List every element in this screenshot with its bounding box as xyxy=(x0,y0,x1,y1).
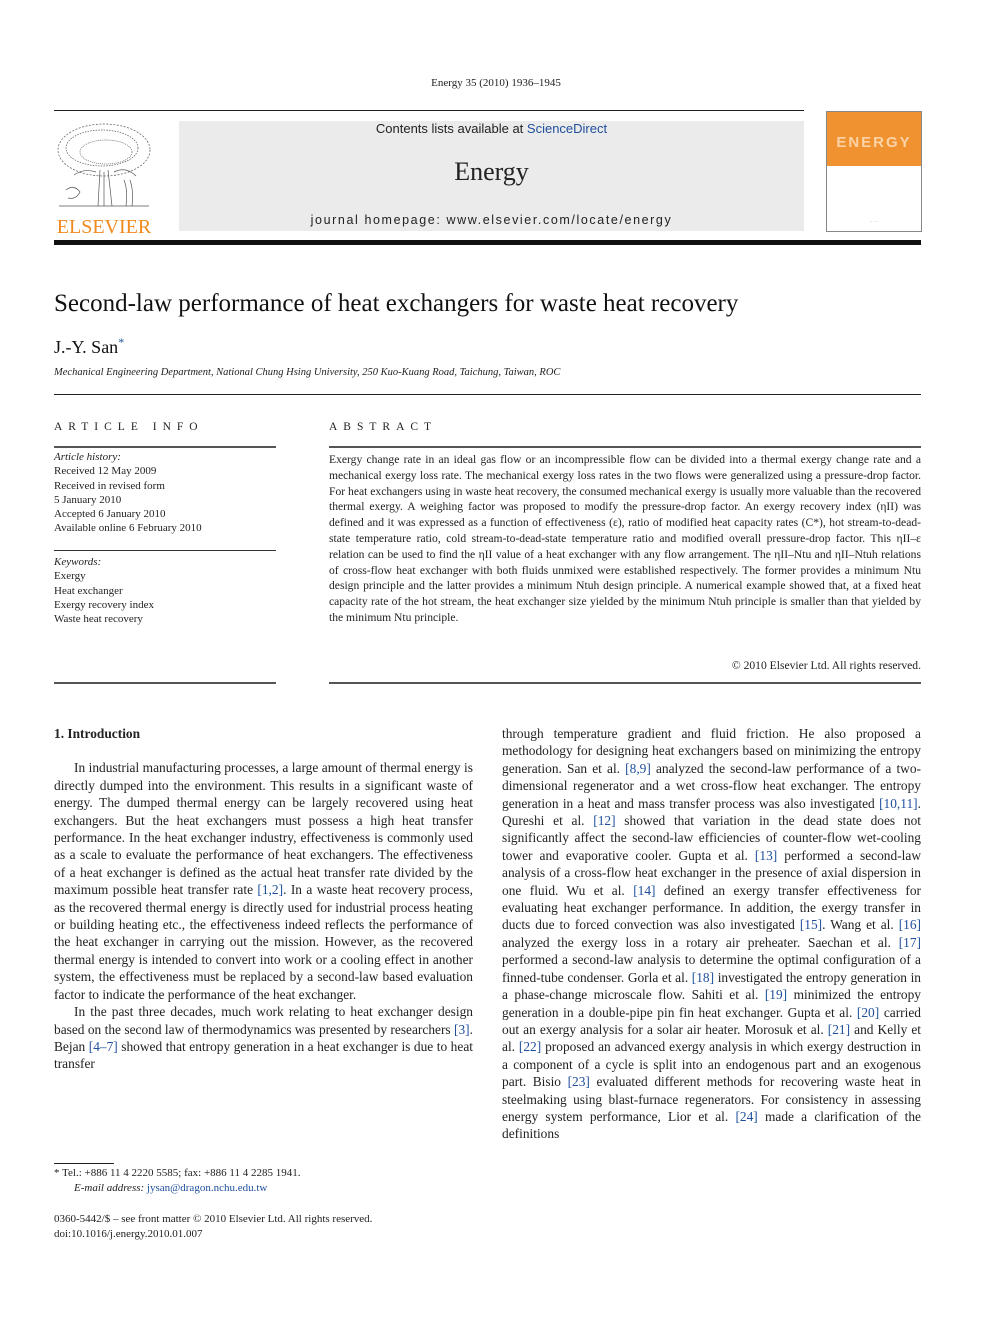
article-history: Article history: Received 12 May 2009 Re… xyxy=(54,450,276,536)
citation-link[interactable]: [4–7] xyxy=(89,1039,118,1054)
citation-link[interactable]: [15] xyxy=(800,917,822,932)
history-label: Article history: xyxy=(54,451,121,463)
title-rule xyxy=(54,394,921,395)
article-title: Second-law performance of heat exchanger… xyxy=(54,290,739,317)
publisher-logo[interactable]: ELSEVIER xyxy=(54,120,154,237)
keyword: Heat exchanger xyxy=(54,584,123,597)
citation-link[interactable]: [20] xyxy=(857,1005,879,1020)
history-item: Available online 6 February 2010 xyxy=(54,522,202,535)
keywords: Keywords: Exergy Heat exchanger Exergy r… xyxy=(54,555,276,626)
abstract-bottom-rule xyxy=(329,682,921,684)
cover-sciencedirect-mark: · · · xyxy=(870,220,878,225)
keyword: Exergy xyxy=(54,570,86,583)
publisher-name: ELSEVIER xyxy=(56,216,152,238)
citation-link[interactable]: [22] xyxy=(519,1039,541,1054)
citation-link[interactable]: [13] xyxy=(755,848,777,863)
paragraph: In the past three decades, much work rel… xyxy=(54,1003,473,1073)
affiliation: Mechanical Engineering Department, Natio… xyxy=(54,367,561,378)
citation-link[interactable]: [12] xyxy=(593,813,615,828)
citation-link[interactable]: [3] xyxy=(454,1022,470,1037)
keywords-rule xyxy=(54,550,276,551)
citation-link[interactable]: [16] xyxy=(899,917,921,932)
article-info-rule xyxy=(54,446,276,448)
cover-title: ENERGY xyxy=(836,134,912,151)
citation-link[interactable]: [10,11] xyxy=(879,796,918,811)
front-matter: 0360-5442/$ – see front matter © 2010 El… xyxy=(54,1212,372,1242)
text-run: . Wang et al. xyxy=(822,917,899,933)
text-run: showed that entropy generation in a heat… xyxy=(54,1038,473,1072)
abstract-copyright: © 2010 Elsevier Ltd. All rights reserved… xyxy=(731,659,921,672)
article-info-heading: ARTICLE INFO xyxy=(54,421,204,433)
footnote: * Tel.: +886 11 4 2220 5585; fax: +886 1… xyxy=(54,1166,301,1196)
sciencedirect-link[interactable]: ScienceDirect xyxy=(527,121,607,136)
footnote-contact: * Tel.: +886 11 4 2220 5585; fax: +886 1… xyxy=(54,1167,301,1179)
running-head: Energy 35 (2010) 1936–1945 xyxy=(431,77,561,89)
citation-link[interactable]: [1,2] xyxy=(257,882,283,897)
paragraph: In industrial manufacturing processes, a… xyxy=(54,759,473,1003)
footnote-email-line: E-mail address: jysan@dragon.nchu.edu.tw xyxy=(54,1181,301,1196)
citation-link[interactable]: [8,9] xyxy=(625,761,651,776)
text-run: analyzed the exergy loss in a rotary air… xyxy=(502,934,899,950)
issn-line: 0360-5442/$ – see front matter © 2010 El… xyxy=(54,1213,373,1225)
author: J.-Y. San* xyxy=(54,335,124,358)
body-column-left: 1. Introduction In industrial manufactur… xyxy=(54,725,473,1073)
abstract-rule xyxy=(329,446,921,448)
header-thick-rule xyxy=(54,240,921,245)
keyword: Exergy recovery index xyxy=(54,598,154,611)
history-item: Accepted 6 January 2010 xyxy=(54,508,166,521)
keywords-label: Keywords: xyxy=(54,556,102,568)
email-label: E-mail address: xyxy=(74,1182,147,1194)
doi-link[interactable]: doi:10.1016/j.energy.2010.01.007 xyxy=(54,1227,372,1242)
history-item: Received 12 May 2009 xyxy=(54,465,157,478)
contents-line: Contents lists available at ScienceDirec… xyxy=(179,121,804,136)
author-name[interactable]: J.-Y. San xyxy=(54,337,118,357)
corresponding-author-mark[interactable]: * xyxy=(118,335,124,349)
journal-cover-thumbnail-icon[interactable]: ENERGY · · · xyxy=(826,111,922,232)
citation-link[interactable]: [19] xyxy=(765,987,787,1002)
keyword: Waste heat recovery xyxy=(54,613,143,626)
citation-link[interactable]: [18] xyxy=(692,970,714,985)
footnote-rule xyxy=(54,1163,114,1164)
citation-link[interactable]: [21] xyxy=(828,1022,850,1037)
journal-banner: Contents lists available at ScienceDirec… xyxy=(179,121,804,231)
citation-link[interactable]: [14] xyxy=(633,883,655,898)
text-run: In industrial manufacturing processes, a… xyxy=(54,760,473,898)
text-run: . In a waste heat recovery process, as t… xyxy=(54,882,473,1002)
elsevier-tree-logo-icon xyxy=(54,120,154,210)
abstract-text: Exergy change rate in an ideal gas flow … xyxy=(329,453,921,624)
text-run: In the past three decades, much work rel… xyxy=(54,1004,473,1037)
article-info-bottom-rule xyxy=(54,682,276,684)
citation-link[interactable]: [24] xyxy=(735,1109,757,1124)
body-column-right: through temperature gradient and fluid f… xyxy=(502,725,921,1143)
contents-prefix: Contents lists available at xyxy=(375,121,527,136)
journal-homepage-link[interactable]: journal homepage: www.elsevier.com/locat… xyxy=(179,213,804,227)
journal-name: Energy xyxy=(454,157,529,186)
email-link[interactable]: jysan@dragon.nchu.edu.tw xyxy=(147,1182,267,1194)
citation-link[interactable]: [17] xyxy=(899,935,921,950)
section-heading-introduction: 1. Introduction xyxy=(54,726,141,741)
history-item: 5 January 2010 xyxy=(54,493,122,506)
history-item: Received in revised form xyxy=(54,479,165,492)
header-rule xyxy=(54,110,804,111)
citation-link[interactable]: [23] xyxy=(568,1074,590,1089)
abstract-heading: ABSTRACT xyxy=(329,421,438,433)
paragraph: through temperature gradient and fluid f… xyxy=(502,725,921,1143)
